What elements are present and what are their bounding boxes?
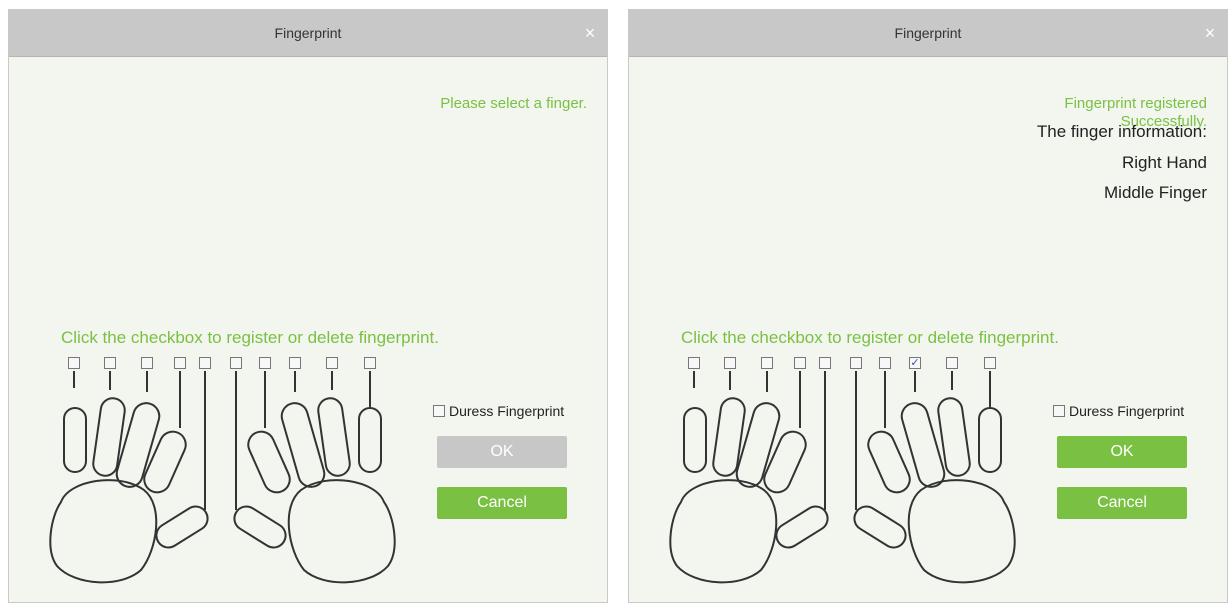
duress-checkbox[interactable] [433,405,445,417]
finger-checkbox-left-pinky[interactable] [688,357,700,369]
finger-checkbox-right-middle[interactable] [289,357,301,369]
fingerprint-dialog-registered: Fingerprint × Fingerprint registered Suc… [628,9,1228,603]
fingerprint-dialog-select: Fingerprint × Please select a finger. Cl… [8,9,608,603]
finger-checkbox-right-pinky[interactable] [364,357,376,369]
finger-checkbox-right-middle[interactable]: ✓ [909,357,921,369]
finger-checkbox-left-middle[interactable] [761,357,773,369]
finger-checkbox-right-ring[interactable] [946,357,958,369]
finger-checkbox-right-pinky[interactable] [984,357,996,369]
duress-fingerprint-option[interactable]: Duress Fingerprint [433,403,564,419]
duress-label: Duress Fingerprint [449,403,565,419]
ok-button: OK [437,436,567,468]
finger-checkbox-left-thumb[interactable] [819,357,831,369]
finger-checkbox-right-thumb[interactable] [850,357,862,369]
finger-checkbox-left-middle[interactable] [141,357,153,369]
cancel-button[interactable]: Cancel [1057,487,1187,519]
finger-checkbox-left-pinky[interactable] [68,357,80,369]
finger-checkbox-right-thumb[interactable] [230,357,242,369]
duress-fingerprint-option[interactable]: Duress Fingerprint [1053,403,1184,419]
cancel-button[interactable]: Cancel [437,487,567,519]
finger-checkbox-left-index[interactable] [174,357,186,369]
finger-checkbox-left-ring[interactable] [724,357,736,369]
finger-checkbox-left-index[interactable] [794,357,806,369]
finger-checkbox-right-index[interactable] [259,357,271,369]
ok-button[interactable]: OK [1057,436,1187,468]
finger-checkbox-right-index[interactable] [879,357,891,369]
finger-checkbox-right-ring[interactable] [326,357,338,369]
finger-checkbox-left-thumb[interactable] [199,357,211,369]
duress-checkbox[interactable] [1053,405,1065,417]
duress-label: Duress Fingerprint [1069,403,1185,419]
finger-checkbox-left-ring[interactable] [104,357,116,369]
